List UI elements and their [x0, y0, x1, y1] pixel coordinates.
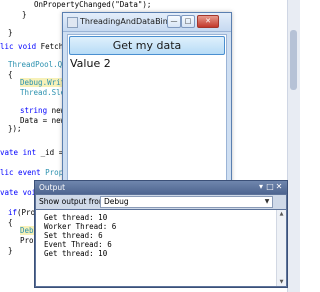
- editor-scrollbar[interactable]: [287, 0, 300, 292]
- code-line: }: [22, 10, 27, 19]
- output-line: Get thread: 10: [44, 213, 108, 222]
- code-line: }: [8, 246, 13, 255]
- scroll-down-icon[interactable]: ▼: [277, 279, 286, 285]
- output-line: Get thread: 10: [44, 249, 108, 258]
- scroll-up-icon[interactable]: ▲: [277, 211, 286, 217]
- output-window[interactable]: Output ▾ □✕ Show output from: Debug ▼ Get…: [34, 180, 288, 288]
- code-line: {: [8, 218, 13, 227]
- value-text: Value 2: [70, 57, 111, 70]
- code-line: OnPropertyChanged("Data");: [34, 0, 152, 9]
- app-window[interactable]: ThreadingAndDataBinding — □ ✕ Get my dat…: [62, 12, 232, 192]
- output-line: Set thread: 6: [44, 231, 103, 240]
- output-window-controls: ▾ □✕: [257, 182, 284, 191]
- minimize-button[interactable]: —: [167, 15, 181, 28]
- chevron-down-icon[interactable]: ▼: [263, 197, 271, 207]
- get-my-data-button[interactable]: Get my data: [69, 36, 225, 55]
- code-line: });: [8, 124, 22, 133]
- app-client-area: Get my data Value 2: [67, 34, 227, 187]
- window-icon: [67, 17, 78, 28]
- output-title: Output: [39, 183, 66, 192]
- close-button[interactable]: ✕: [197, 15, 219, 28]
- output-text-area[interactable]: Get thread: 10 Worker Thread: 6 Set thre…: [36, 210, 286, 286]
- output-toolbar: Show output from: Debug ▼: [36, 195, 286, 209]
- output-line: Worker Thread: 6: [44, 222, 117, 231]
- output-titlebar[interactable]: Output ▾ □✕: [35, 181, 287, 194]
- output-source-select[interactable]: Debug ▼: [100, 196, 273, 208]
- app-titlebar[interactable]: ThreadingAndDataBinding — □ ✕: [63, 13, 231, 32]
- show-output-label: Show output from:: [39, 197, 109, 206]
- code-line: }: [8, 28, 13, 37]
- editor-scroll-thumb[interactable]: [290, 30, 297, 90]
- output-scrollbar[interactable]: ▲ ▼: [276, 210, 286, 286]
- output-source-value: Debug: [104, 197, 129, 206]
- close-icon[interactable]: ✕: [275, 182, 284, 191]
- dropdown-icon[interactable]: ▾: [257, 182, 266, 191]
- maximize-button[interactable]: □: [181, 15, 195, 28]
- code-line: {: [8, 70, 13, 79]
- maximize-icon[interactable]: □: [266, 182, 275, 191]
- output-line: Event Thread: 6: [44, 240, 112, 249]
